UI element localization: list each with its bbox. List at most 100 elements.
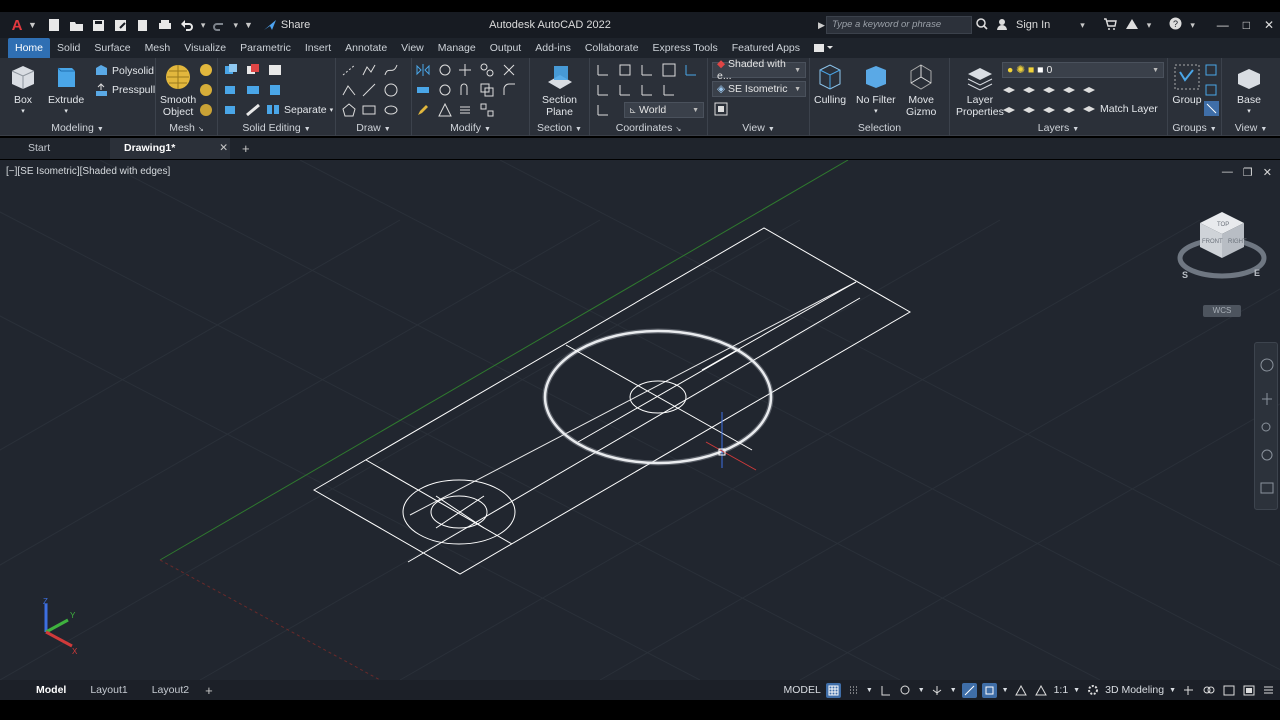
fillet-icon[interactable]: [502, 83, 517, 98]
smooth-object-button[interactable]: Smooth Object: [160, 62, 196, 118]
polar-dropdown-icon[interactable]: ▼: [918, 687, 925, 694]
publish-icon[interactable]: [135, 17, 151, 33]
undo-icon[interactable]: [179, 17, 195, 33]
match-layer-button[interactable]: Match Layer: [1082, 101, 1158, 116]
ribbon-tab-insert[interactable]: Insert: [298, 38, 338, 58]
trim-icon[interactable]: [502, 63, 517, 78]
ribbon-tab-parametric[interactable]: Parametric: [233, 38, 298, 58]
culling-button[interactable]: Culling: [814, 62, 846, 106]
help-dropdown-icon[interactable]: ▾: [1190, 20, 1195, 31]
move-gizmo-button[interactable]: Move Gizmo: [906, 62, 936, 118]
line-icon[interactable]: [342, 63, 357, 78]
ribbon-tab-express-tools[interactable]: Express Tools: [646, 38, 725, 58]
ucs-y-icon[interactable]: [640, 83, 655, 98]
ribbon-tab-mesh[interactable]: Mesh: [138, 38, 178, 58]
redo-icon[interactable]: [211, 17, 227, 33]
grid-display-icon[interactable]: [825, 682, 841, 698]
ribbon-tab-surface[interactable]: Surface: [87, 38, 137, 58]
layer-on-icon[interactable]: [1002, 102, 1017, 117]
viewcube-front-face[interactable]: FRONT: [1202, 239, 1223, 245]
annotation-monitor-icon[interactable]: [1181, 683, 1196, 698]
viewport-config-icon[interactable]: [714, 102, 729, 117]
ucs-x-icon[interactable]: [618, 83, 633, 98]
viewport-controls-label[interactable]: [−][SE Isometric][Shaded with edges]: [6, 166, 170, 177]
extrude-faces-icon[interactable]: [268, 83, 283, 98]
layout1-tab[interactable]: Layout1: [78, 680, 139, 700]
array-icon[interactable]: [438, 83, 453, 98]
ortho-icon[interactable]: [878, 683, 893, 698]
ribbon-tab-view[interactable]: View: [394, 38, 431, 58]
chevron-right-icon[interactable]: ▶: [818, 20, 825, 31]
layer-freeze-icon[interactable]: [1042, 82, 1057, 97]
scale-dropdown-icon[interactable]: ▼: [1073, 687, 1080, 694]
no-filter-button[interactable]: No Filter ▾: [856, 62, 896, 118]
viewport-restore-icon[interactable]: ❐: [1243, 166, 1253, 179]
presspull-button[interactable]: Presspull: [94, 82, 155, 97]
solid-editing-panel-label[interactable]: Solid Editing ▼: [218, 122, 335, 134]
ucs-named-combo[interactable]: ⊾ World ▼: [624, 102, 704, 118]
layer-lock-icon[interactable]: [1062, 82, 1077, 97]
workspace-gear-icon[interactable]: [1085, 683, 1100, 698]
box-button[interactable]: Box ▾: [8, 62, 38, 118]
viewcube-right-face[interactable]: RIGHT: [1228, 239, 1247, 245]
ucs-origin-icon[interactable]: [640, 63, 655, 78]
groups-panel-label[interactable]: Groups ▼: [1168, 122, 1221, 134]
customization-menu-icon[interactable]: [1261, 683, 1276, 698]
offset-icon[interactable]: [458, 83, 473, 98]
explode-icon[interactable]: [480, 103, 495, 118]
open-folder-icon[interactable]: [69, 17, 85, 33]
group-edit-icon[interactable]: [1204, 83, 1219, 98]
extrude-button[interactable]: Extrude ▾: [48, 62, 84, 118]
close-tab-icon[interactable]: ✕: [219, 138, 228, 159]
object-snap-icon[interactable]: [981, 682, 997, 698]
ucs-object-icon[interactable]: [684, 63, 699, 78]
isodraft-dropdown-icon[interactable]: ▼: [950, 687, 957, 694]
object-snap-dropdown-icon[interactable]: ▼: [1002, 687, 1009, 694]
showmotion-icon[interactable]: [1260, 482, 1274, 494]
help-icon[interactable]: ?: [1169, 17, 1182, 33]
3d-polyline-icon[interactable]: [342, 83, 357, 98]
workspace-dropdown-icon[interactable]: ▼: [1169, 687, 1176, 694]
mirror-icon[interactable]: [416, 63, 431, 78]
isodraft-icon[interactable]: [930, 683, 945, 698]
layer-off-icon[interactable]: [1002, 82, 1017, 97]
ribbon-tab-solid[interactable]: Solid: [50, 38, 87, 58]
subtract-icon[interactable]: [246, 63, 261, 78]
snap-dropdown-icon[interactable]: ▼: [866, 687, 873, 694]
layer-unlock-icon[interactable]: [1062, 102, 1077, 117]
snap-mode-icon[interactable]: [846, 683, 861, 698]
spline-icon[interactable]: [384, 63, 399, 78]
fillet-edge-icon[interactable]: [268, 63, 283, 78]
sign-in-button[interactable]: Sign In: [1016, 19, 1050, 31]
annotation-scale-value[interactable]: 1:1: [1054, 684, 1069, 696]
base-view-button[interactable]: Base ▾: [1234, 62, 1264, 118]
ungroup-icon[interactable]: [1204, 63, 1219, 78]
pencil-edit-icon[interactable]: [416, 103, 431, 118]
chevron-down-icon[interactable]: ▼: [28, 20, 37, 30]
viewport-close-icon[interactable]: ✕: [1263, 166, 1272, 179]
ucs-world-icon[interactable]: [618, 63, 633, 78]
ribbon-tab-output[interactable]: Output: [483, 38, 529, 58]
layout2-tab[interactable]: Layout2: [140, 680, 201, 700]
undo-dropdown-icon[interactable]: ▾: [201, 20, 206, 31]
group-selection-icon[interactable]: [1204, 101, 1219, 116]
wcs-menu-button[interactable]: WCS: [1203, 305, 1241, 317]
layer-properties-button[interactable]: Layer Properties: [956, 62, 1004, 118]
application-menu-button[interactable]: A: [6, 14, 28, 36]
steering-wheel-icon[interactable]: [1260, 358, 1274, 372]
a360-dropdown-icon[interactable]: ▾: [1147, 20, 1152, 31]
maximize-icon[interactable]: □: [1243, 18, 1250, 32]
polygon-icon[interactable]: [342, 103, 357, 118]
interfere-icon[interactable]: [224, 103, 239, 118]
viewport-minimize-icon[interactable]: —: [1222, 166, 1233, 179]
pan-icon[interactable]: [1262, 393, 1272, 405]
polysolid-button[interactable]: Polysolid: [94, 63, 154, 78]
section-plane-button[interactable]: Section Plane: [542, 62, 577, 118]
ribbon-tab-visualize[interactable]: Visualize: [177, 38, 233, 58]
line-draw-icon[interactable]: [362, 83, 377, 98]
customize-qat-icon[interactable]: ▼: [244, 20, 253, 30]
workspace-switch[interactable]: 3D Modeling: [1105, 684, 1164, 696]
layer-unisolate-icon[interactable]: [1022, 102, 1037, 117]
cart-icon[interactable]: [1103, 17, 1117, 33]
visual-style-combo[interactable]: ◆ Shaded with e... ▼: [712, 58, 806, 82]
